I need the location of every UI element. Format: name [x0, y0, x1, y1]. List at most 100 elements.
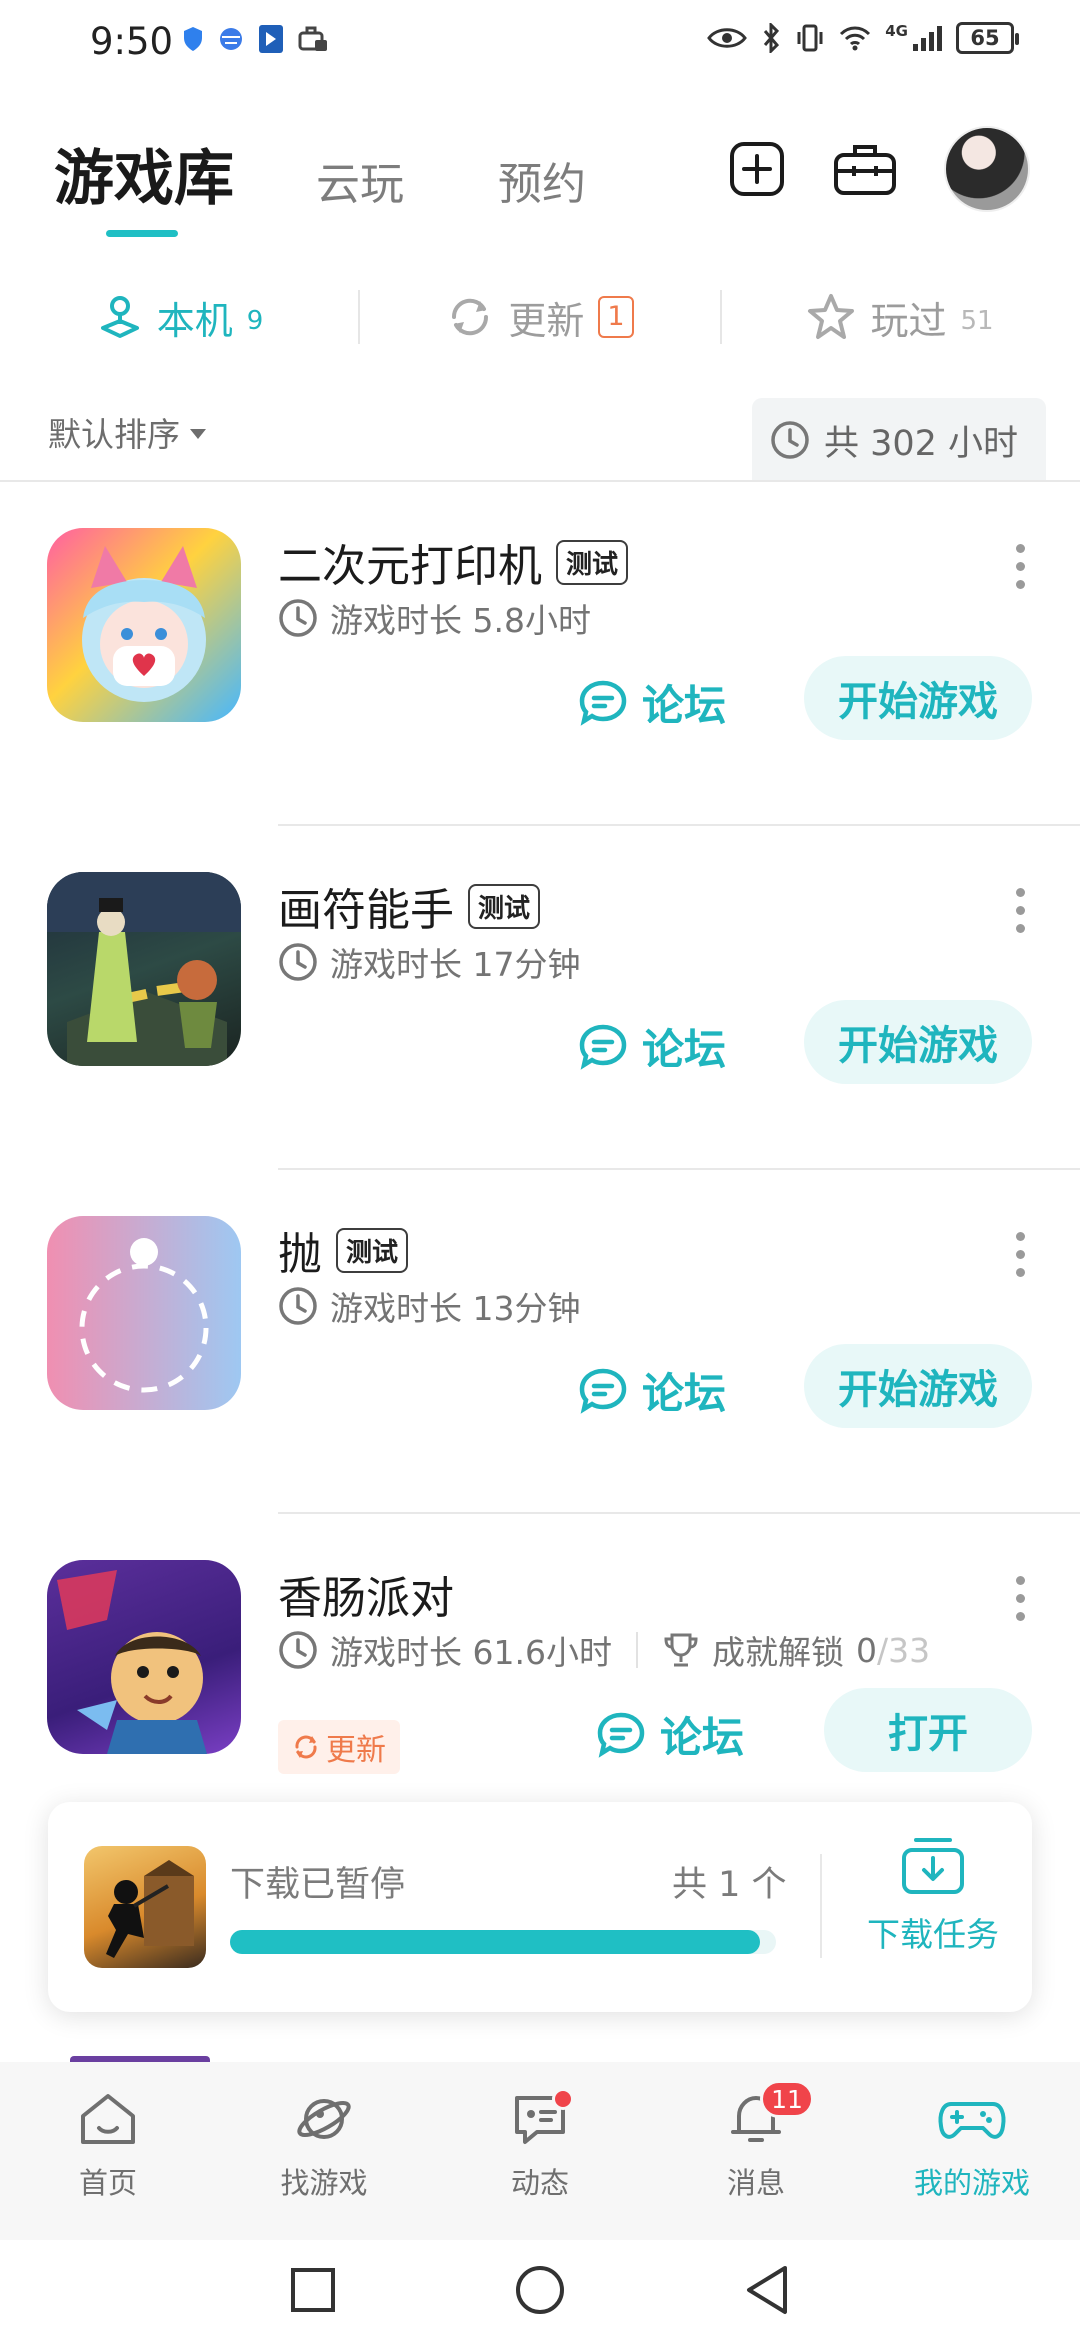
nav-home-label: 首页 — [78, 2166, 137, 2200]
joystick-icon — [100, 296, 139, 338]
nav-messages[interactable]: 消息 11 — [648, 2062, 864, 2240]
game-meta: 游戏时长 13分钟 — [278, 1282, 580, 1330]
nav-messages-label: 消息 — [726, 2166, 785, 2200]
status-system-icons: 4G 65 — [707, 22, 1019, 54]
forum-label: 论坛 — [660, 1713, 745, 1762]
filter-divider — [720, 290, 722, 344]
game-meta: 游戏时长 61.6小时 成就解锁 0/33 — [278, 1626, 930, 1674]
bluetooth-icon — [764, 23, 780, 53]
more-options-icon[interactable] — [1016, 1232, 1026, 1286]
game-playtime: 游戏时长 17分钟 — [330, 945, 581, 984]
briefcase-lock-icon — [298, 26, 327, 51]
nav-my-games[interactable]: 我的游戏 — [864, 2062, 1080, 2240]
chat-bubble-icon — [579, 1368, 627, 1414]
total-playtime-text: 共 302 小时 — [823, 423, 1018, 464]
planet-icon — [297, 2099, 351, 2139]
game-title: 香肠派对 — [278, 1573, 454, 1624]
forum-label: 论坛 — [642, 1025, 727, 1074]
game-icon — [47, 872, 241, 1066]
more-options-icon[interactable] — [1016, 888, 1026, 942]
system-nav-bar — [0, 2240, 1080, 2340]
download-card[interactable]: 下载已暂停 共 1 个 下载任务 — [48, 1802, 1032, 2012]
game-title: 画符能手 — [278, 885, 454, 936]
more-options-icon[interactable] — [1016, 1576, 1026, 1630]
filter-local[interactable]: 本机 9 — [0, 290, 360, 345]
forum-button[interactable]: 论坛 — [596, 1704, 744, 1765]
clock-icon — [771, 421, 809, 459]
active-tab-indicator — [106, 230, 178, 237]
game-title: 二次元打印机 — [278, 541, 542, 592]
wifi-icon — [840, 26, 871, 51]
trophy-icon — [664, 1633, 698, 1667]
achievement-label: 成就解锁 — [711, 1633, 844, 1672]
forum-button[interactable]: 论坛 — [578, 672, 726, 733]
sort-dropdown[interactable]: 默认排序 — [48, 408, 206, 456]
home-button-icon[interactable] — [514, 2264, 566, 2316]
nav-feed-label: 动态 — [510, 2166, 569, 2200]
filter-updates[interactable]: 更新 1 — [360, 290, 720, 345]
update-chip[interactable]: 更新 — [278, 1720, 400, 1774]
start-game-button[interactable]: 开始游戏 — [804, 1000, 1032, 1084]
add-icon[interactable] — [728, 140, 786, 198]
refresh-icon — [452, 298, 489, 336]
game-playtime: 游戏时长 5.8小时 — [330, 601, 591, 640]
clock-icon — [279, 1287, 317, 1325]
feed-unread-dot — [552, 2088, 574, 2110]
nav-discover[interactable]: 找游戏 — [216, 2062, 432, 2240]
download-count: 共 1 个 — [672, 1865, 787, 1905]
filter-played-count: 51 — [960, 306, 994, 336]
vibrate-icon — [797, 24, 823, 52]
download-tasks-button[interactable]: 下载任务 — [848, 1834, 1018, 1956]
download-progress-fill — [230, 1930, 760, 1954]
clock-icon — [279, 1631, 317, 1669]
tab-reservations[interactable]: 预约 — [498, 148, 586, 212]
filter-played-label: 玩过 — [870, 298, 947, 343]
start-game-button[interactable]: 开始游戏 — [804, 1344, 1032, 1428]
refresh-icon — [295, 1735, 317, 1759]
achievement-progress: 0/33 — [855, 1630, 931, 1670]
avatar[interactable] — [944, 126, 1030, 212]
filter-divider — [358, 290, 360, 344]
download-tasks-label: 下载任务 — [867, 1915, 999, 1954]
nav-feed[interactable]: 动态 — [432, 2062, 648, 2240]
total-playtime: 共 302 小时 — [751, 398, 1046, 482]
forum-label: 论坛 — [642, 681, 727, 730]
app-notify-icon — [259, 25, 283, 53]
recents-icon[interactable] — [289, 2266, 337, 2314]
filter-bar: 本机 9 更新 1 玩过 51 — [0, 282, 1080, 352]
download-progress-bar — [230, 1930, 776, 1954]
open-game-button[interactable]: 打开 — [824, 1688, 1032, 1772]
game-item[interactable]: 画符能手 测试 游戏时长 17分钟 论坛 开始游戏 — [0, 826, 1080, 1170]
gamepad-icon — [938, 2102, 1006, 2139]
bottom-nav: 首页 找游戏 动态 消息 11 我的游戏 — [0, 2062, 1080, 2240]
forum-button[interactable]: 论坛 — [578, 1016, 726, 1077]
download-game-icon — [84, 1846, 206, 1968]
game-item[interactable]: 二次元打印机 测试 游戏时长 5.8小时 论坛 开始游戏 — [0, 482, 1080, 826]
tab-game-library[interactable]: 游戏库 — [54, 130, 234, 217]
filter-played[interactable]: 玩过 51 — [720, 290, 1080, 345]
game-item[interactable]: 抛 测试 游戏时长 13分钟 论坛 开始游戏 — [0, 1170, 1080, 1514]
caret-down-icon — [190, 429, 206, 439]
nav-home[interactable]: 首页 — [0, 2062, 216, 2240]
meta-divider — [635, 1632, 638, 1668]
nav-discover-label: 找游戏 — [280, 2166, 368, 2200]
game-icon — [47, 1560, 241, 1754]
globe-icon — [220, 28, 242, 50]
forum-label: 论坛 — [642, 1369, 727, 1418]
game-icon — [47, 1216, 241, 1410]
toolbox-icon[interactable] — [832, 141, 898, 197]
network-label: 4G — [885, 22, 908, 40]
back-icon[interactable] — [743, 2264, 791, 2316]
game-title: 抛 — [278, 1229, 322, 1280]
clock-icon — [279, 599, 317, 637]
nav-my-games-label: 我的游戏 — [913, 2166, 1030, 2200]
tab-cloud-play[interactable]: 云玩 — [316, 148, 404, 212]
forum-button[interactable]: 论坛 — [578, 1360, 726, 1421]
chat-bubble-icon — [597, 1712, 645, 1758]
more-options-icon[interactable] — [1016, 544, 1026, 598]
filter-local-count: 9 — [246, 306, 264, 336]
start-game-button[interactable]: 开始游戏 — [804, 656, 1032, 740]
sort-label: 默认排序 — [48, 415, 180, 454]
top-tabs: 游戏库 云玩 预约 — [54, 130, 680, 217]
signal-icon — [913, 26, 942, 51]
